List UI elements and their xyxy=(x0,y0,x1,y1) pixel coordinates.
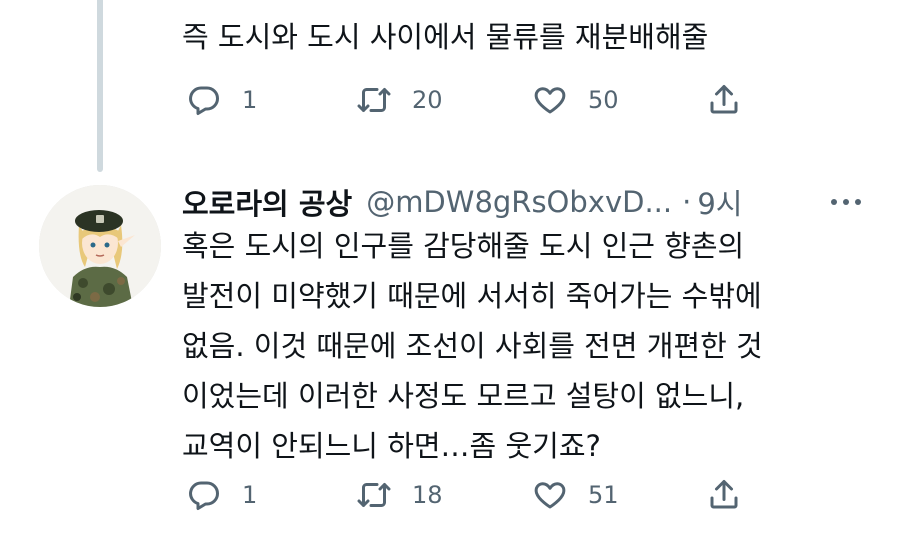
share-button[interactable] xyxy=(706,80,742,120)
retweet-button[interactable]: 20 xyxy=(356,80,443,120)
like-count: 50 xyxy=(588,86,619,114)
reply-count: 1 xyxy=(242,481,258,509)
avatar[interactable] xyxy=(39,185,161,307)
share-icon xyxy=(710,480,738,509)
retweet-icon xyxy=(357,88,391,112)
like-button[interactable]: 50 xyxy=(532,80,619,120)
share-button[interactable] xyxy=(706,475,742,515)
tweet-actions: 1 20 50 xyxy=(182,80,802,120)
thread-connector-line xyxy=(97,0,103,172)
retweet-icon xyxy=(357,483,391,507)
reply-button[interactable]: 1 xyxy=(186,475,257,515)
reply-count: 1 xyxy=(242,86,258,114)
tweet-header: 오로라의 공상 @mDW8gRsObxvD... · 9시 xyxy=(182,178,742,226)
reply-icon xyxy=(189,86,219,115)
tweet-text: 즉 도시와 도시 사이에서 물류를 재분배해줄 xyxy=(182,20,709,54)
display-name[interactable]: 오로라의 공상 xyxy=(182,181,352,223)
user-handle[interactable]: @mDW8gRsObxvD... xyxy=(366,185,672,219)
heart-icon xyxy=(534,482,566,509)
tweet-text: 혹은 도시의 인구를 감당해줄 도시 인근 향촌의 발전이 미약했기 때문에 서… xyxy=(182,229,763,463)
reply-icon xyxy=(189,481,219,510)
avatar-image xyxy=(39,185,161,307)
retweet-count: 20 xyxy=(412,86,443,114)
retweet-count: 18 xyxy=(412,481,443,509)
tweet-timestamp[interactable]: 9시 xyxy=(697,181,742,223)
header-separator: · xyxy=(682,185,692,219)
tweet-actions: 1 18 51 xyxy=(182,475,802,515)
like-button[interactable]: 51 xyxy=(532,475,619,515)
share-icon xyxy=(710,85,738,114)
like-count: 51 xyxy=(588,481,619,509)
more-button[interactable] xyxy=(826,186,866,218)
retweet-button[interactable]: 18 xyxy=(356,475,443,515)
heart-icon xyxy=(534,87,566,114)
reply-button[interactable]: 1 xyxy=(186,80,257,120)
more-icon xyxy=(831,199,861,205)
